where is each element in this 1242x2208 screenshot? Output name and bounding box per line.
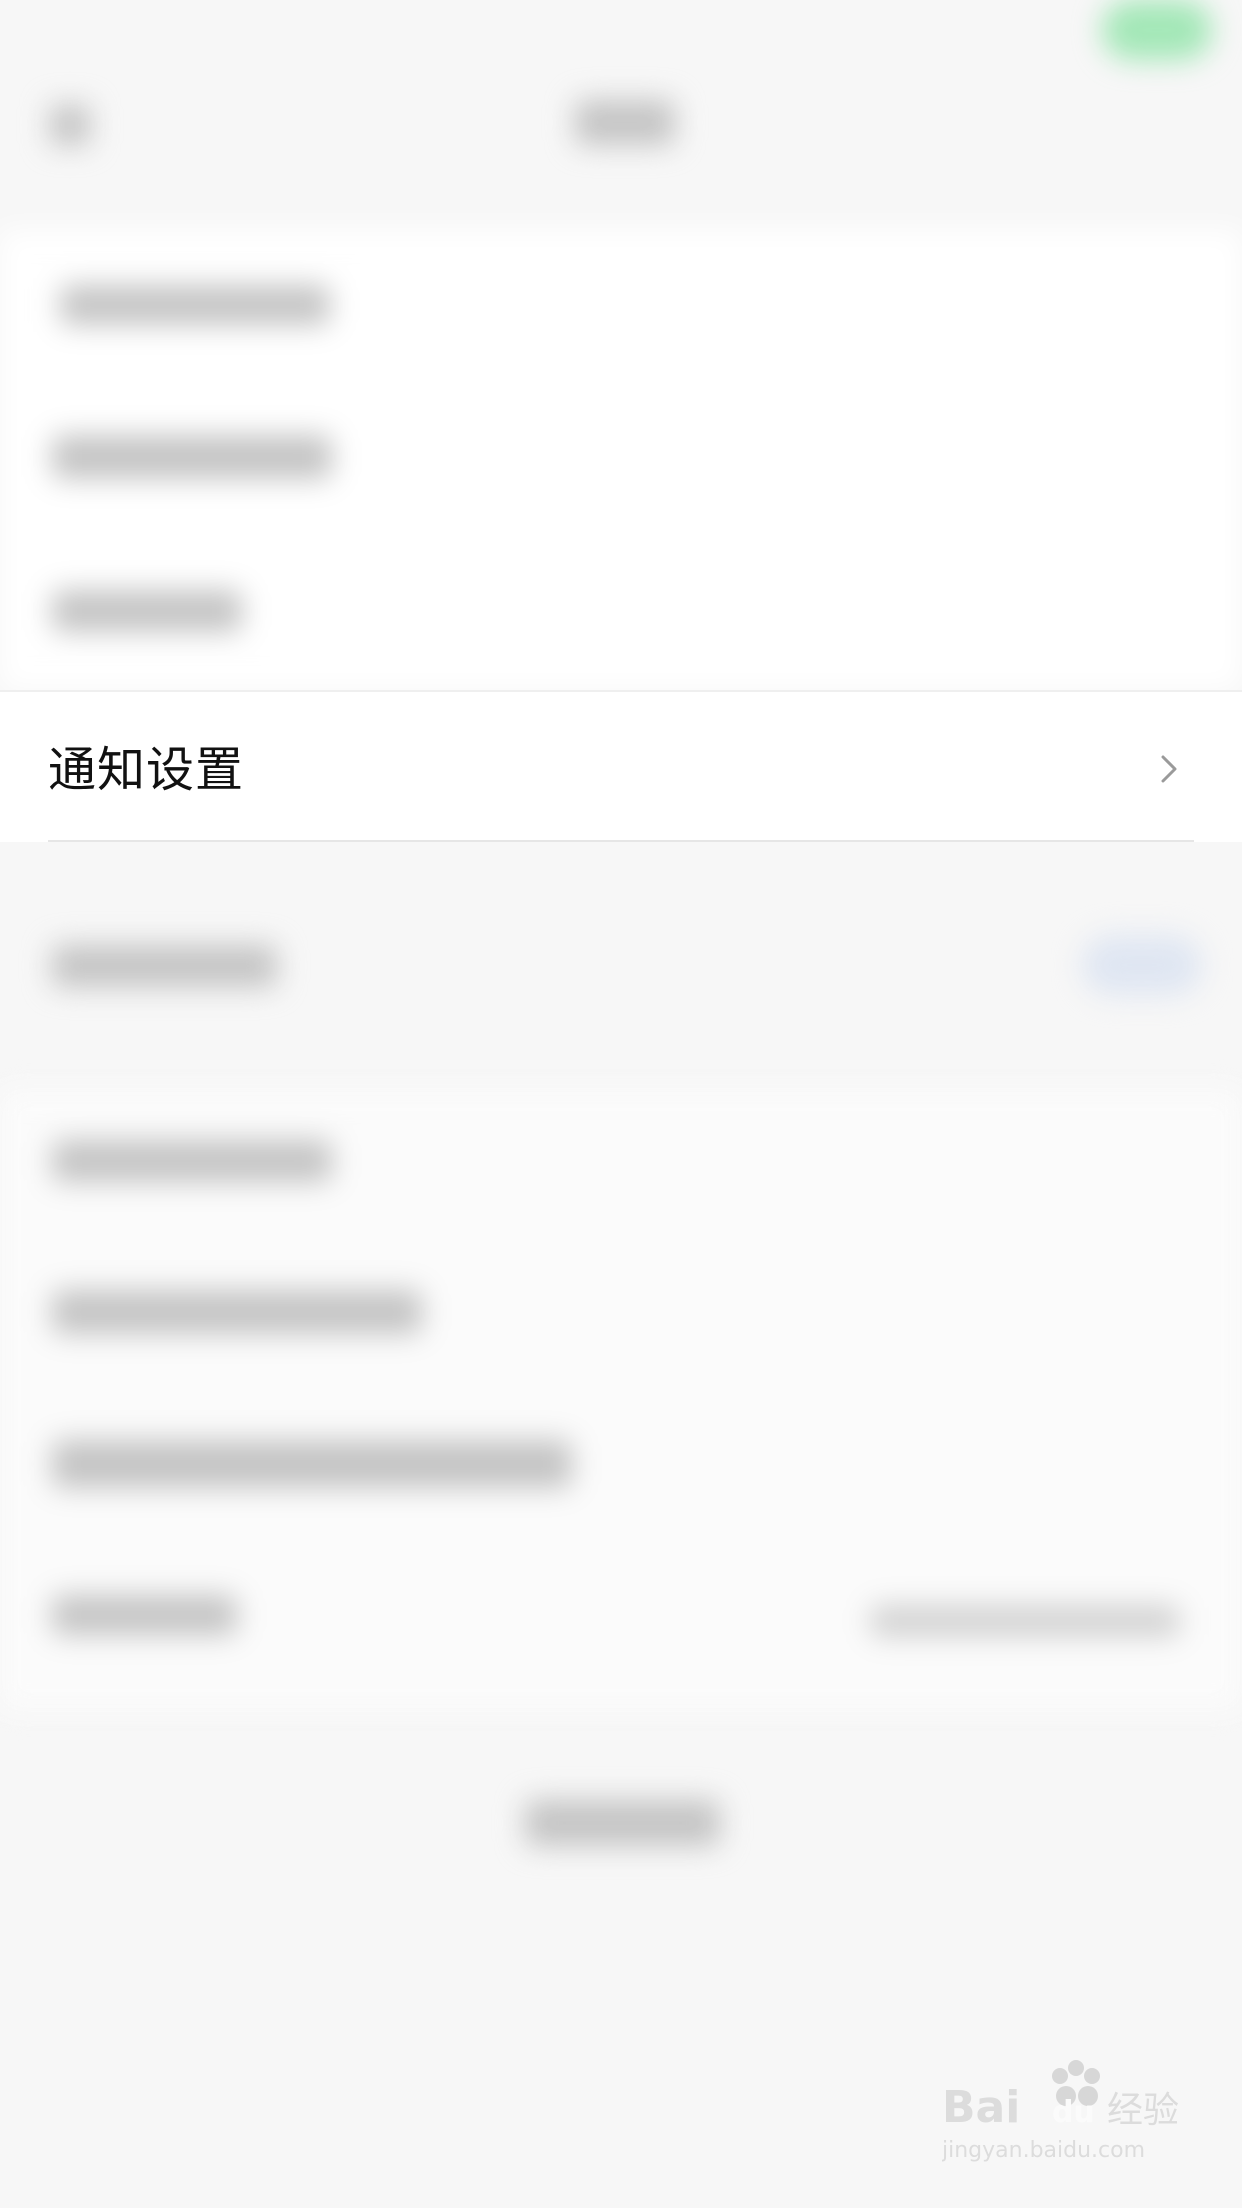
list-item (52, 1290, 422, 1334)
list-item (60, 285, 330, 325)
notification-settings-row[interactable]: 通知设置 (0, 690, 1242, 842)
list-item (52, 1140, 332, 1182)
header-title (575, 100, 675, 145)
list-item (52, 1595, 237, 1635)
toggle-switch (1082, 935, 1202, 995)
svg-text:Bai: Bai (942, 2082, 1020, 2133)
settings-screen: 通知设置 Bai du 经验 jingyan.baidu.com (0, 0, 1242, 2208)
svg-text:经验: 经验 (1107, 2090, 1179, 2131)
blurred-background (0, 0, 1242, 2208)
baidu-jingyan-watermark: Bai du 经验 jingyan.baidu.com (942, 2060, 1179, 2163)
bottom-action (525, 1800, 720, 1846)
chevron-right-icon (1161, 755, 1177, 783)
svg-text:jingyan.baidu.com: jingyan.baidu.com (942, 2138, 1145, 2163)
status-indicator (1102, 0, 1212, 60)
list-item (52, 435, 332, 479)
list-item (52, 1440, 572, 1488)
svg-text:du: du (1052, 2095, 1095, 2130)
list-item-value (870, 1605, 1180, 1637)
notification-settings-label: 通知设置 (48, 742, 245, 798)
list-item (52, 945, 277, 987)
back-icon (50, 105, 90, 145)
list-item (52, 590, 242, 632)
row-divider (48, 840, 1194, 842)
